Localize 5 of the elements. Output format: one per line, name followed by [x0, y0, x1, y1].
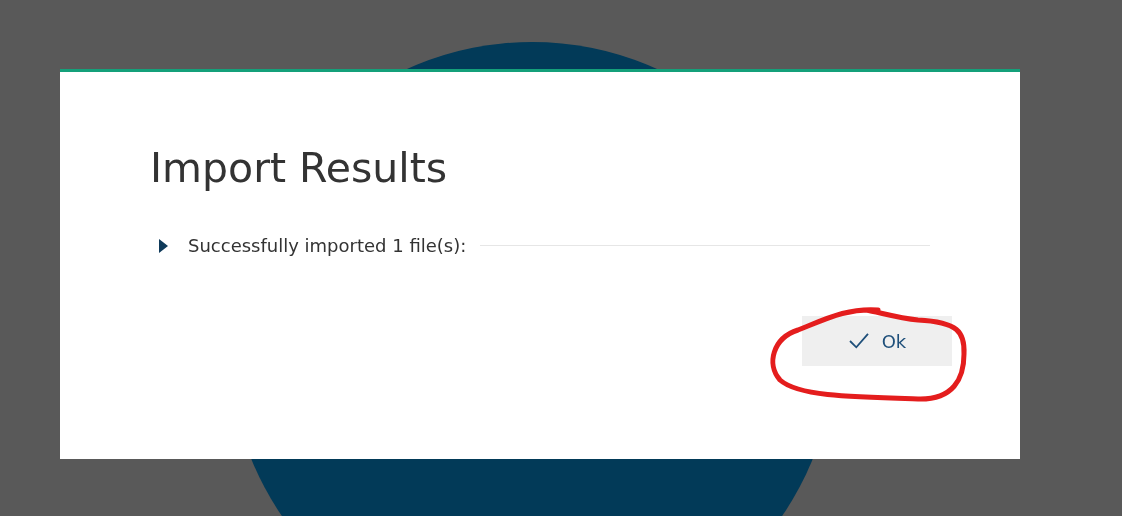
- result-summary: Successfully imported 1 file(s):: [188, 235, 467, 256]
- checkmark-icon: [847, 332, 870, 350]
- expand-toggle-icon[interactable]: [158, 237, 168, 254]
- ok-button[interactable]: Ok: [802, 316, 952, 366]
- dialog-title: Import Results: [150, 148, 449, 189]
